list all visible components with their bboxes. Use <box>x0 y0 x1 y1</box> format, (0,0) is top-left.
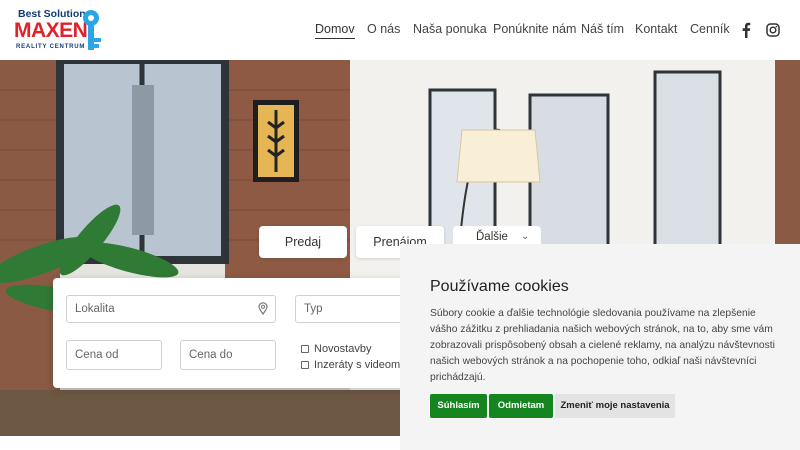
tab-dalsie-label: Ďalšie <box>476 231 508 243</box>
nav-item-o-nas[interactable]: O nás <box>367 22 400 36</box>
type-select[interactable]: Typ <box>295 295 413 323</box>
nav-item-nas-tim[interactable]: Náš tím <box>581 22 624 36</box>
instagram-icon[interactable] <box>766 22 780 38</box>
accept-button[interactable]: Súhlasím <box>430 394 487 418</box>
cookie-banner: Používame cookies Súbory cookie a ďalšie… <box>400 244 800 450</box>
nav-item-domov[interactable]: Domov <box>315 22 355 39</box>
checkbox-box <box>301 361 309 369</box>
cookie-text: Súbory cookie a ďalšie technológie sledo… <box>430 308 775 383</box>
type-placeholder: Typ <box>304 303 323 315</box>
location-placeholder: Lokalita <box>75 303 115 315</box>
nav-item-ponuknite-nam[interactable]: Ponúknite nám <box>493 22 576 36</box>
cookie-title: Používame cookies <box>430 278 569 295</box>
price-from-input[interactable]: Cena od <box>66 340 162 370</box>
location-input[interactable]: Lokalita <box>66 295 276 323</box>
search-panel: Lokalita Typ Cena od Cena do <box>53 278 413 388</box>
checkbox-box <box>301 345 309 353</box>
change-settings-button[interactable]: Zmeniť moje nastavenia <box>555 394 675 418</box>
video-label: Inzeráty s videom <box>314 359 401 371</box>
new-builds-checkbox[interactable]: Novostavby <box>301 343 371 355</box>
facebook-icon[interactable] <box>739 22 753 38</box>
reject-button[interactable]: Odmietam <box>489 394 553 418</box>
logo-subtitle: REALITY CENTRUM <box>16 44 86 50</box>
key-icon <box>83 10 101 50</box>
video-checkbox[interactable]: Inzeráty s videom <box>301 359 400 371</box>
new-builds-label: Novostavby <box>314 343 372 355</box>
site-header: Best Solution MAXEN REALITY CENTRUM Domo… <box>0 0 800 60</box>
price-to-placeholder: Cena do <box>189 349 233 361</box>
nav-item-nasa-ponuka[interactable]: Naša ponuka <box>413 22 487 36</box>
nav-item-cennik[interactable]: Cenník <box>690 22 730 36</box>
location-pin-icon <box>258 302 268 315</box>
tab-predaj[interactable]: Predaj <box>259 226 347 258</box>
price-to-input[interactable]: Cena do <box>180 340 276 370</box>
logo[interactable]: Best Solution MAXEN REALITY CENTRUM <box>10 6 108 54</box>
price-from-placeholder: Cena od <box>75 349 119 361</box>
nav-item-kontakt[interactable]: Kontakt <box>635 22 677 36</box>
